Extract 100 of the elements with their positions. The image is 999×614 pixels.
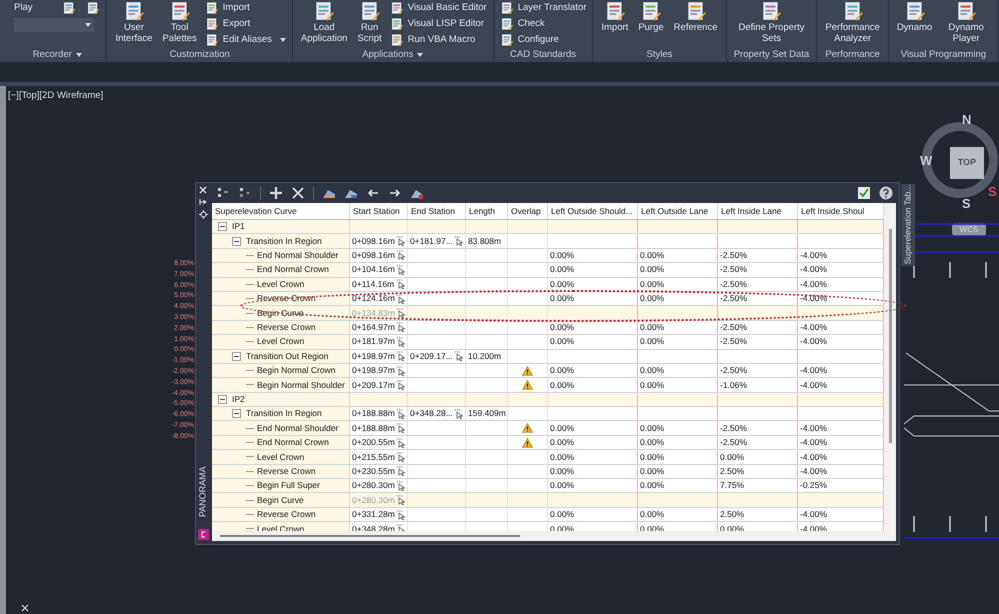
ribbon-button[interactable]: Tool Palettes	[160, 0, 199, 44]
table-cell[interactable]: 0+181.97m	[352, 335, 396, 348]
table-cell[interactable]: 0+164.97m	[352, 321, 396, 334]
panel-title[interactable]: Visual Programming	[900, 48, 986, 62]
viewport-label[interactable]: [−][Top][2D Wireframe]	[8, 89, 104, 104]
panel-title[interactable]: CAD Standards	[510, 48, 576, 62]
pick-icon[interactable]	[396, 336, 405, 347]
column-header[interactable]: Superelevation Curve	[212, 203, 350, 219]
panel-title[interactable]: Customization	[170, 48, 230, 62]
pick-icon[interactable]	[396, 408, 405, 419]
table-cell[interactable]: 0+209.17m	[352, 378, 396, 392]
ribbon-button[interactable]: Visual Basic Editor	[390, 0, 487, 16]
table-cell[interactable]: 0+280.30m	[352, 479, 396, 492]
column-header[interactable]: Left Inside Lane	[718, 203, 798, 219]
ribbon-button[interactable]: Performance Analyzer	[823, 0, 882, 44]
document-icon[interactable]	[86, 1, 100, 16]
table-cell[interactable]: 0+230.55m	[352, 464, 396, 478]
pick-icon[interactable]	[396, 423, 405, 434]
table-cell[interactable]: 0+209.17...	[410, 350, 454, 363]
ribbon-button[interactable]: Dynamo	[894, 0, 934, 33]
table-cell[interactable]: 0+188.88m	[352, 407, 396, 420]
ribbon-button[interactable]: Define Property Sets	[732, 0, 810, 44]
ribbon-button[interactable]: Configure	[500, 32, 586, 48]
pick-icon[interactable]	[396, 524, 405, 531]
ribbon-button[interactable]: Export	[204, 16, 286, 32]
pick-icon[interactable]	[396, 264, 405, 275]
table-cell[interactable]: 0+098.16m	[352, 234, 396, 248]
help-icon[interactable]	[879, 186, 893, 200]
ribbon-button[interactable]: Run Script	[355, 0, 384, 44]
ribbon-button[interactable]: Check	[500, 16, 586, 32]
table-cell[interactable]: 0+124.16m	[352, 292, 396, 306]
table-cell[interactable]: 0+331.28m	[352, 508, 396, 521]
delete-icon[interactable]	[291, 186, 305, 200]
pick-icon[interactable]	[396, 380, 405, 390]
column-header[interactable]: Left Outside Should...	[548, 203, 638, 219]
pick-icon[interactable]	[396, 322, 405, 332]
panel-title[interactable]: Styles	[646, 48, 672, 62]
pick-icon[interactable]	[396, 366, 405, 376]
column-header[interactable]: Left Outside Lane	[638, 203, 718, 219]
ribbon-button[interactable]: Purge	[636, 0, 666, 33]
column-header[interactable]: Length	[466, 203, 508, 219]
pick-icon[interactable]	[396, 294, 405, 304]
scrollbar[interactable]	[884, 203, 896, 531]
pin-icon[interactable]	[199, 198, 207, 206]
pick-icon[interactable]	[454, 236, 463, 246]
pick-icon[interactable]	[396, 480, 405, 491]
collapse-icon[interactable]	[218, 222, 227, 232]
pick-icon[interactable]	[396, 308, 405, 318]
checkbox-icon[interactable]	[857, 186, 871, 200]
close-icon[interactable]	[199, 186, 207, 194]
ribbon-button[interactable]: Import	[204, 0, 286, 16]
ribbon-button[interactable]: Load Application	[298, 0, 350, 44]
pick-icon[interactable]	[396, 250, 405, 260]
ribbon-button[interactable]: Dynamo Player	[940, 0, 992, 44]
table-cell[interactable]: 0+114.16m	[352, 278, 396, 291]
close-icon[interactable]	[21, 604, 29, 612]
ribbon-button[interactable]: Play	[14, 1, 32, 16]
pick-icon[interactable]	[454, 351, 463, 362]
table-cell[interactable]: 0+098.16m	[352, 249, 396, 262]
ribbon-button[interactable]: Visual LISP Editor	[390, 16, 487, 32]
app-icon[interactable]	[198, 529, 208, 540]
tree-item[interactable]: IP2	[232, 393, 245, 406]
ribbon-button[interactable]: Reference	[672, 0, 720, 33]
pick-icon[interactable]	[454, 408, 463, 419]
table-cell[interactable]: 0+348.28...	[410, 407, 454, 420]
pick-icon[interactable]	[396, 510, 405, 520]
pick-icon[interactable]	[396, 279, 405, 290]
column-header[interactable]: Start Station	[350, 203, 408, 219]
panel-title[interactable]: Property Set Data	[734, 48, 810, 62]
ribbon-button[interactable]: User Interface	[113, 0, 154, 44]
column-header[interactable]: Overlap	[508, 203, 548, 219]
panel-title[interactable]: Recorder	[32, 48, 82, 62]
table-cell[interactable]: 0+104.16m	[352, 263, 396, 276]
dropdown-field[interactable]	[14, 18, 94, 32]
settings-icon[interactable]	[198, 210, 208, 219]
pick-icon[interactable]	[396, 452, 405, 462]
tree-icon[interactable]	[216, 186, 230, 200]
tree-item[interactable]: IP1	[232, 220, 245, 234]
pick-icon[interactable]	[396, 466, 405, 476]
pick-icon[interactable]	[396, 495, 405, 506]
pick-icon[interactable]	[396, 438, 405, 448]
table-cell[interactable]: 0+188.88m	[352, 422, 396, 435]
collapse-icon[interactable]	[232, 409, 241, 418]
table-cell[interactable]: 0+215.55m	[352, 450, 396, 464]
pick-icon[interactable]	[396, 236, 405, 246]
collapse-icon[interactable]	[232, 236, 241, 246]
viewcube-face[interactable]: TOP	[950, 147, 984, 179]
table-cell[interactable]: 0+198.97m	[352, 350, 396, 363]
pick-icon[interactable]	[396, 351, 405, 362]
tree-icon[interactable]	[238, 186, 252, 200]
scrollbar[interactable]	[212, 531, 896, 541]
ribbon-button[interactable]: Run VBA Macro	[390, 32, 487, 48]
add-icon[interactable]	[269, 186, 283, 200]
collapse-icon[interactable]	[218, 394, 227, 404]
ribbon-button[interactable]: Layer Translator	[500, 0, 586, 16]
collapse-icon[interactable]	[232, 352, 241, 361]
column-header[interactable]: End Station	[408, 203, 466, 219]
document-icon[interactable]	[62, 1, 76, 16]
table-cell[interactable]: 0+200.55m	[352, 436, 396, 449]
side-tab[interactable]: Superelevation Tab...	[901, 184, 915, 266]
